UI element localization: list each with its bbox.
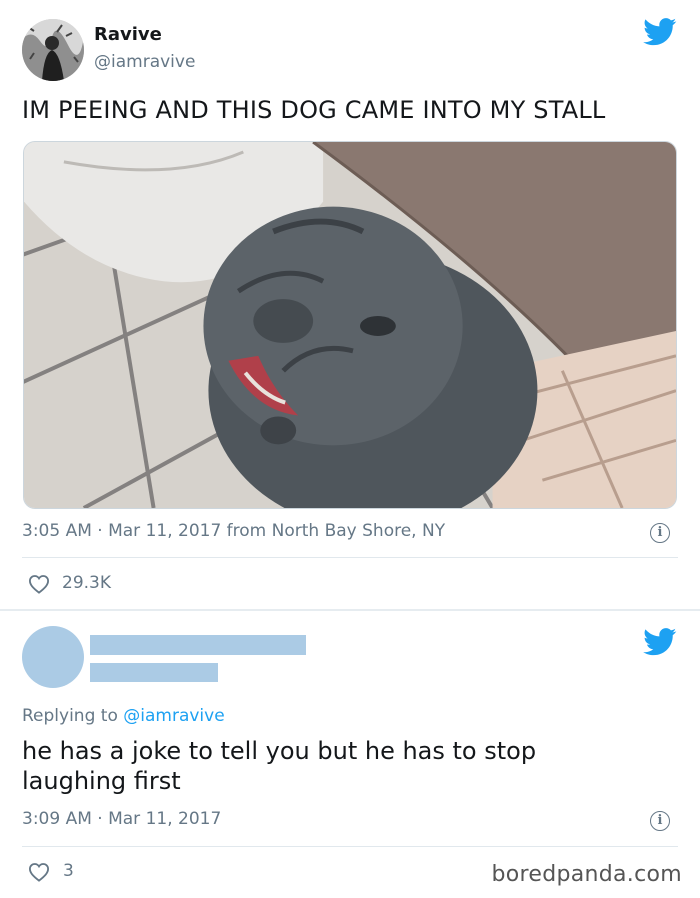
divider (22, 557, 678, 558)
like-count: 29.3K (62, 573, 111, 593)
divider (22, 846, 678, 847)
tweet-timestamp[interactable]: 3:05 AM · Mar 11, 2017 from North Bay Sh… (22, 521, 445, 541)
info-icon[interactable]: i (650, 811, 670, 831)
avatar[interactable] (22, 19, 84, 81)
heart-icon[interactable] (28, 574, 50, 594)
tweet-text: he has a joke to tell you but he has to … (22, 737, 537, 795)
user-handle[interactable]: @iamravive (94, 52, 195, 72)
watermark: boredpanda.com (491, 862, 682, 887)
reply-mention-link[interactable]: @iamravive (123, 706, 224, 726)
info-icon[interactable]: i (650, 523, 670, 543)
tweet-card-reply: Replying to @iamravive he has a joke to … (0, 610, 700, 898)
redacted-display-name (90, 635, 306, 655)
like-count: 3 (63, 861, 74, 881)
replying-to-prefix: Replying to (22, 706, 124, 726)
tweet-timestamp[interactable]: 3:09 AM · Mar 11, 2017 (22, 809, 221, 829)
tweet-photo[interactable] (23, 141, 677, 509)
redacted-handle (90, 663, 218, 682)
twitter-bird-icon[interactable] (643, 18, 677, 46)
user-display-name[interactable]: Ravive (94, 24, 162, 45)
tweet-card-original: Ravive @iamravive IM PEEING AND THIS DOG… (0, 0, 700, 610)
tweet-text: IM PEEING AND THIS DOG CAME INTO MY STAL… (22, 96, 606, 124)
heart-icon[interactable] (28, 862, 50, 882)
avatar-redacted[interactable] (22, 626, 84, 688)
replying-to: Replying to @iamravive (22, 706, 225, 726)
twitter-bird-icon[interactable] (643, 628, 677, 656)
